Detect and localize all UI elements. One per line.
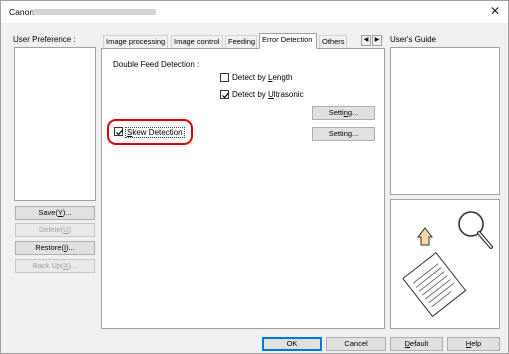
check-icon — [116, 129, 123, 136]
back-up-button[interactable]: Back Up(X)... — [15, 259, 95, 273]
detect-by-length-label: Detect by Length — [232, 73, 293, 82]
close-icon[interactable]: ✕ — [488, 4, 502, 18]
save-button[interactable]: Save(Y)... — [15, 206, 95, 220]
users-guide-panel — [390, 47, 500, 195]
check-icon — [222, 92, 229, 99]
skew-setting-button[interactable]: Setting... — [312, 127, 375, 141]
users-guide-label: User's Guide — [390, 35, 436, 44]
redacted-model-name — [33, 9, 156, 15]
ultrasonic-setting-button[interactable]: Setting... — [312, 106, 375, 120]
detect-by-ultrasonic-checkbox[interactable] — [220, 90, 229, 99]
tab-error-detection[interactable]: Error Detection — [259, 33, 317, 49]
default-button[interactable]: Default — [390, 337, 443, 351]
help-button[interactable]: Help — [447, 337, 500, 351]
restore-button[interactable]: Restore(I)... — [15, 241, 95, 255]
ok-button[interactable]: OK — [262, 337, 322, 351]
tab-scroll-left-icon[interactable]: ◀ — [361, 35, 371, 46]
double-feed-detection-label: Double Feed Detection : — [113, 60, 200, 69]
tab-scroll-right-icon[interactable]: ▶ — [372, 35, 382, 46]
detect-by-length-checkbox[interactable] — [220, 73, 229, 82]
cancel-button[interactable]: Cancel — [326, 337, 386, 351]
window-title: Canon — [9, 7, 35, 17]
document-magnifier-illustration — [402, 211, 493, 318]
scanner-illustration — [390, 199, 500, 329]
tab-others[interactable]: Others — [319, 35, 347, 48]
scanner-settings-dialog: Canon ✕ User Preference : Save(Y)... Del… — [0, 0, 509, 354]
user-preference-label: User Preference : — [13, 35, 76, 44]
skew-detection-checkbox[interactable] — [114, 127, 123, 136]
tab-feeding[interactable]: Feeding — [225, 35, 257, 48]
delete-button[interactable]: Delete(U) — [15, 223, 95, 237]
skew-detection-label: Skew Detection — [125, 127, 185, 138]
detect-by-ultrasonic-label: Detect by Ultrasonic — [232, 90, 304, 99]
tab-image-processing[interactable]: Image processing — [103, 35, 168, 48]
title-bar: Canon ✕ — [1, 1, 508, 23]
user-preference-list[interactable] — [14, 47, 96, 201]
tab-image-control[interactable]: Image control — [171, 35, 223, 48]
